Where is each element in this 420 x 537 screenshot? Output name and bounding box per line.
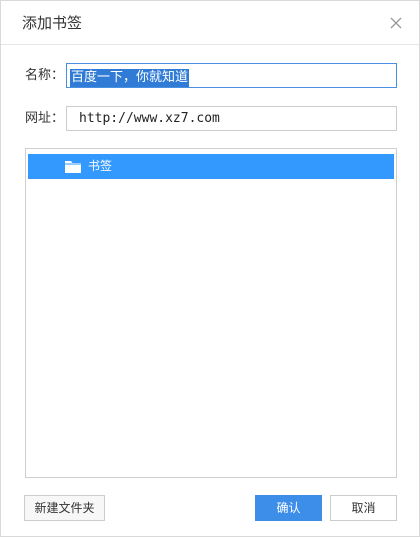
dialog-title-bar: 添加书签 — [1, 1, 419, 45]
folder-tree[interactable]: 书签 — [25, 148, 397, 478]
tree-item-bookmarks[interactable]: 书签 — [28, 154, 394, 179]
cancel-button[interactable]: 取消 — [330, 495, 397, 521]
name-label: 名称： — [25, 68, 65, 83]
name-input[interactable]: 百度一下，你就知道 — [66, 63, 397, 88]
folder-icon — [64, 159, 82, 174]
name-input-value: 百度一下，你就知道 — [70, 69, 190, 87]
new-folder-button[interactable]: 新建文件夹 — [24, 495, 105, 521]
close-icon[interactable] — [387, 14, 405, 32]
url-label: 网址： — [25, 111, 65, 126]
url-input[interactable]: http://www.xz7.com — [66, 106, 397, 131]
add-bookmark-dialog: 添加书签 名称： 百度一下，你就知道 网址： http://www.xz7.co… — [0, 0, 420, 537]
confirm-button[interactable]: 确认 — [255, 495, 322, 521]
tree-item-label: 书签 — [88, 159, 113, 173]
dialog-title: 添加书签 — [22, 14, 83, 32]
